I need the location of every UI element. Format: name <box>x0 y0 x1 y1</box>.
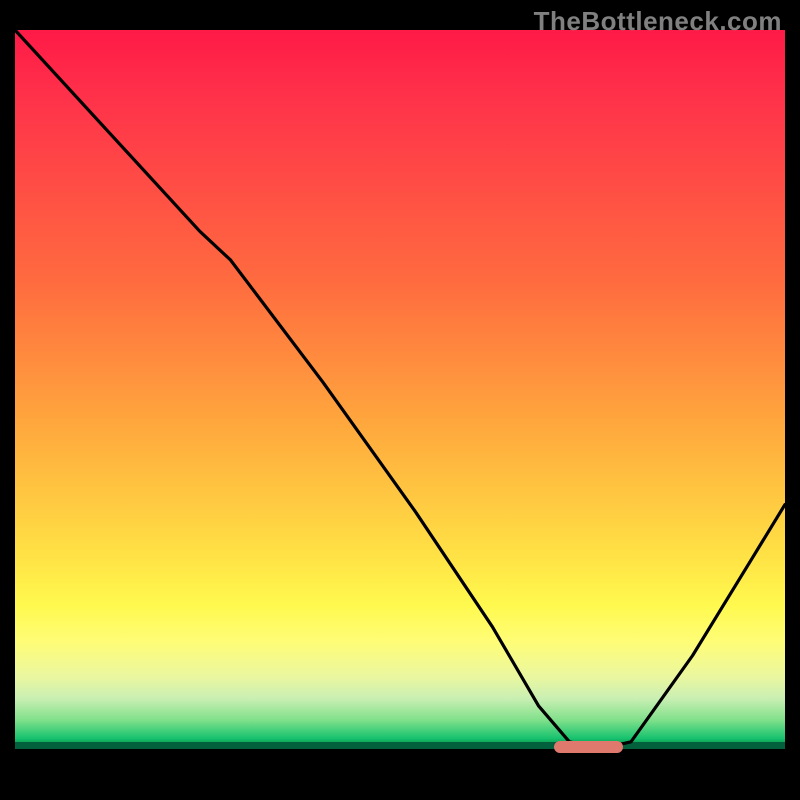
watermark-text: TheBottleneck.com <box>534 6 782 37</box>
bottleneck-curve <box>15 30 785 749</box>
optimal-range-marker <box>554 741 623 753</box>
chart-root: TheBottleneck.com <box>0 0 800 800</box>
plot-area <box>15 30 785 785</box>
